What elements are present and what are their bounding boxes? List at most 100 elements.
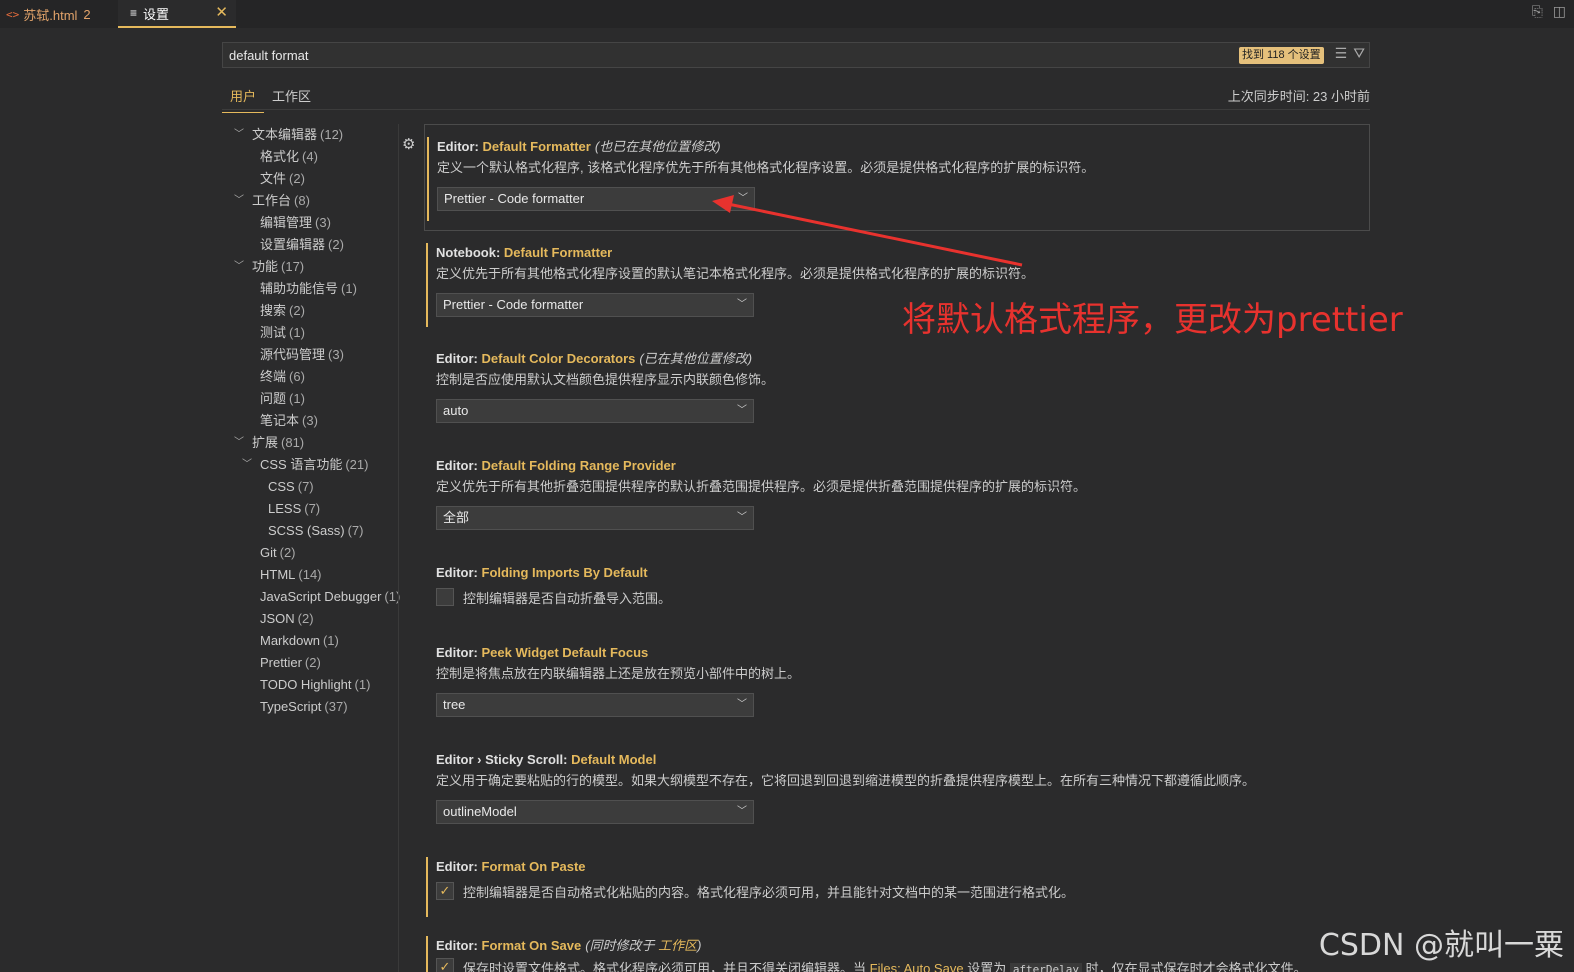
toc-item[interactable]: 问题 (1) [222, 388, 398, 410]
color-decorators-select[interactable]: auto ﹀ [436, 399, 754, 423]
toc-label: 源代码管理 [260, 347, 326, 362]
toc-label: CSS [268, 479, 295, 494]
toc-count: (2) [297, 611, 314, 626]
toc-item[interactable]: 编辑管理 (3) [222, 212, 398, 234]
tab-settings[interactable]: ≡ 设置 ✕ [118, 0, 236, 28]
problem-count-badge: 2 [83, 6, 91, 22]
sync-status: 上次同步时间: 23 小时前 [1227, 89, 1370, 104]
toc-item[interactable]: TypeScript (37) [222, 696, 398, 718]
toc-item[interactable]: 辅助功能信号 (1) [222, 278, 398, 300]
folding-provider-select[interactable]: 全部 ﹀ [436, 506, 754, 530]
clear-filter-icon[interactable]: ☰ [1335, 45, 1348, 62]
toc-label: 搜索 [260, 303, 287, 318]
toc-label: 编辑管理 [260, 215, 313, 230]
toc-item[interactable]: ﹀ 工作台 (8) [222, 190, 398, 212]
setting-title: Editor: Default Folding Range Provider [436, 458, 676, 473]
chevron-down-icon[interactable]: ﹀ [234, 432, 244, 454]
toc-count: (12) [320, 127, 344, 142]
toc-item[interactable]: ﹀ 文本编辑器 (12) [222, 124, 398, 146]
format-on-save-checkbox[interactable]: ✓ [436, 958, 454, 972]
auto-save-link[interactable]: Files: Auto Save [870, 961, 964, 972]
toc-count: (1) [322, 633, 339, 648]
toc-label: 工作台 [252, 193, 292, 208]
modified-indicator [427, 137, 429, 221]
toc-count: (7) [347, 523, 364, 538]
toc-item[interactable]: TODO Highlight (1) [222, 674, 398, 696]
format-on-paste-checkbox[interactable]: ✓ [436, 882, 454, 900]
toc-item[interactable]: HTML (14) [222, 564, 398, 586]
toc-item[interactable]: 终端 (6) [222, 366, 398, 388]
toc-item[interactable]: 设置编辑器 (2) [222, 234, 398, 256]
toc-label: 设置编辑器 [260, 237, 326, 252]
setting-title: Editor: Folding Imports By Default [436, 565, 648, 580]
open-json-icon[interactable]: ⎘ [1532, 3, 1543, 20]
toc-count: (3) [302, 413, 318, 428]
toc-label: SCSS (Sass) [268, 523, 345, 538]
toc-item[interactable]: 格式化 (4) [222, 146, 398, 168]
toc-item[interactable]: SCSS (Sass) (7) [222, 520, 398, 542]
chevron-down-icon[interactable]: ﹀ [234, 256, 244, 278]
workspace-link[interactable]: 工作区 [658, 938, 697, 953]
editor-actions: ⎘ ◫ [1532, 3, 1566, 20]
toc-item[interactable]: 搜索 (2) [222, 300, 398, 322]
toc-item[interactable]: 笔记本 (3) [222, 410, 398, 432]
setting-description: 控制编辑器是否自动格式化粘贴的内容。格式化程序必须可用，并且能针对文档中的某一范… [463, 884, 1075, 900]
split-editor-icon[interactable]: ◫ [1553, 3, 1566, 20]
sticky-model-select[interactable]: outlineModel ﹀ [436, 800, 754, 824]
toc-count: (2) [289, 303, 305, 318]
peek-focus-select[interactable]: tree ﹀ [436, 693, 754, 717]
toc-count: (2) [279, 545, 296, 560]
setting-description: 控制是否应使用默认文档颜色提供程序显示内联颜色修饰。 [436, 372, 775, 387]
chevron-down-icon: ﹀ [737, 405, 747, 416]
toc-count: (17) [281, 259, 305, 274]
chevron-down-icon[interactable]: ﹀ [242, 454, 252, 476]
tab-file-sushi[interactable]: <> 苏轼.html 2 [0, 0, 108, 28]
setting-description: 定义优先于所有其他折叠范围提供程序的默认折叠范围提供程序。必须是提供折叠范围提供… [436, 479, 1087, 494]
toc-count: (1) [289, 325, 305, 340]
search-input[interactable] [223, 43, 1223, 67]
toc-label: 辅助功能信号 [260, 281, 339, 296]
toc-item[interactable]: 源代码管理 (3) [222, 344, 398, 366]
toc-count: (4) [302, 149, 318, 164]
setting-sticky-scroll-default-model: Editor › Sticky Scroll: Default Model 定义… [424, 738, 1370, 845]
toc-item[interactable]: Markdown (1) [222, 630, 398, 652]
setting-default-color-decorators: Editor: Default Color Decorators (已在其他位置修… [424, 337, 1370, 444]
folding-imports-checkbox[interactable] [436, 588, 454, 606]
toc-count: (3) [328, 347, 344, 362]
setting-description: 保存时设置文件格式。格式化程序必须可用，并且不得关闭编辑器。当 Files: A… [463, 958, 1307, 972]
toc-item[interactable]: ﹀ 功能 (17) [222, 256, 398, 278]
chevron-down-icon: ﹀ [737, 806, 747, 817]
toc-count: (7) [297, 479, 314, 494]
chevron-down-icon[interactable]: ﹀ [234, 124, 244, 146]
chevron-down-icon: ﹀ [737, 699, 747, 710]
toc-item[interactable]: ﹀ 扩展 (81) [222, 432, 398, 454]
notebook-formatter-select[interactable]: Prettier - Code formatter ﹀ [436, 293, 754, 317]
toc-count: (3) [315, 215, 331, 230]
toc-item[interactable]: LESS (7) [222, 498, 398, 520]
toc-item[interactable]: JavaScript Debugger (1) [222, 586, 400, 608]
setting-title: Editor › Sticky Scroll: Default Model [436, 752, 657, 767]
toc-label: Git [260, 545, 277, 560]
toc-item[interactable]: 测试 (1) [222, 322, 398, 344]
toc-count: (21) [345, 457, 369, 472]
toc-label: TODO Highlight [260, 677, 352, 692]
toc-item[interactable]: 文件 (2) [222, 168, 398, 190]
setting-description: 定义一个默认格式化程序, 该格式化程序优先于所有其他格式化程序设置。必须是提供格… [437, 160, 1095, 175]
setting-default-folding-range-provider: Editor: Default Folding Range Provider 定… [424, 444, 1370, 551]
toc-item[interactable]: Prettier (2) [222, 652, 398, 674]
toc-item[interactable]: JSON (2) [222, 608, 398, 630]
toc-item[interactable]: Git (2) [222, 542, 398, 564]
toc-count: (2) [328, 237, 344, 252]
chevron-down-icon[interactable]: ﹀ [234, 190, 244, 212]
toc-count: (6) [289, 369, 305, 384]
filter-icon[interactable]: ⛛ [1353, 45, 1365, 62]
settings-tab-icon: ≡ [130, 6, 138, 20]
setting-title: Editor: Format On Paste [436, 859, 586, 874]
modified-indicator [426, 857, 428, 917]
toc-count: (1) [289, 391, 305, 406]
gear-icon[interactable]: ⚙ [402, 135, 415, 153]
toc-item[interactable]: ﹀ CSS 语言功能 (21) [222, 454, 398, 476]
close-icon[interactable]: ✕ [215, 3, 228, 21]
toc-item[interactable]: CSS (7) [222, 476, 398, 498]
toc-label: 功能 [252, 259, 279, 274]
